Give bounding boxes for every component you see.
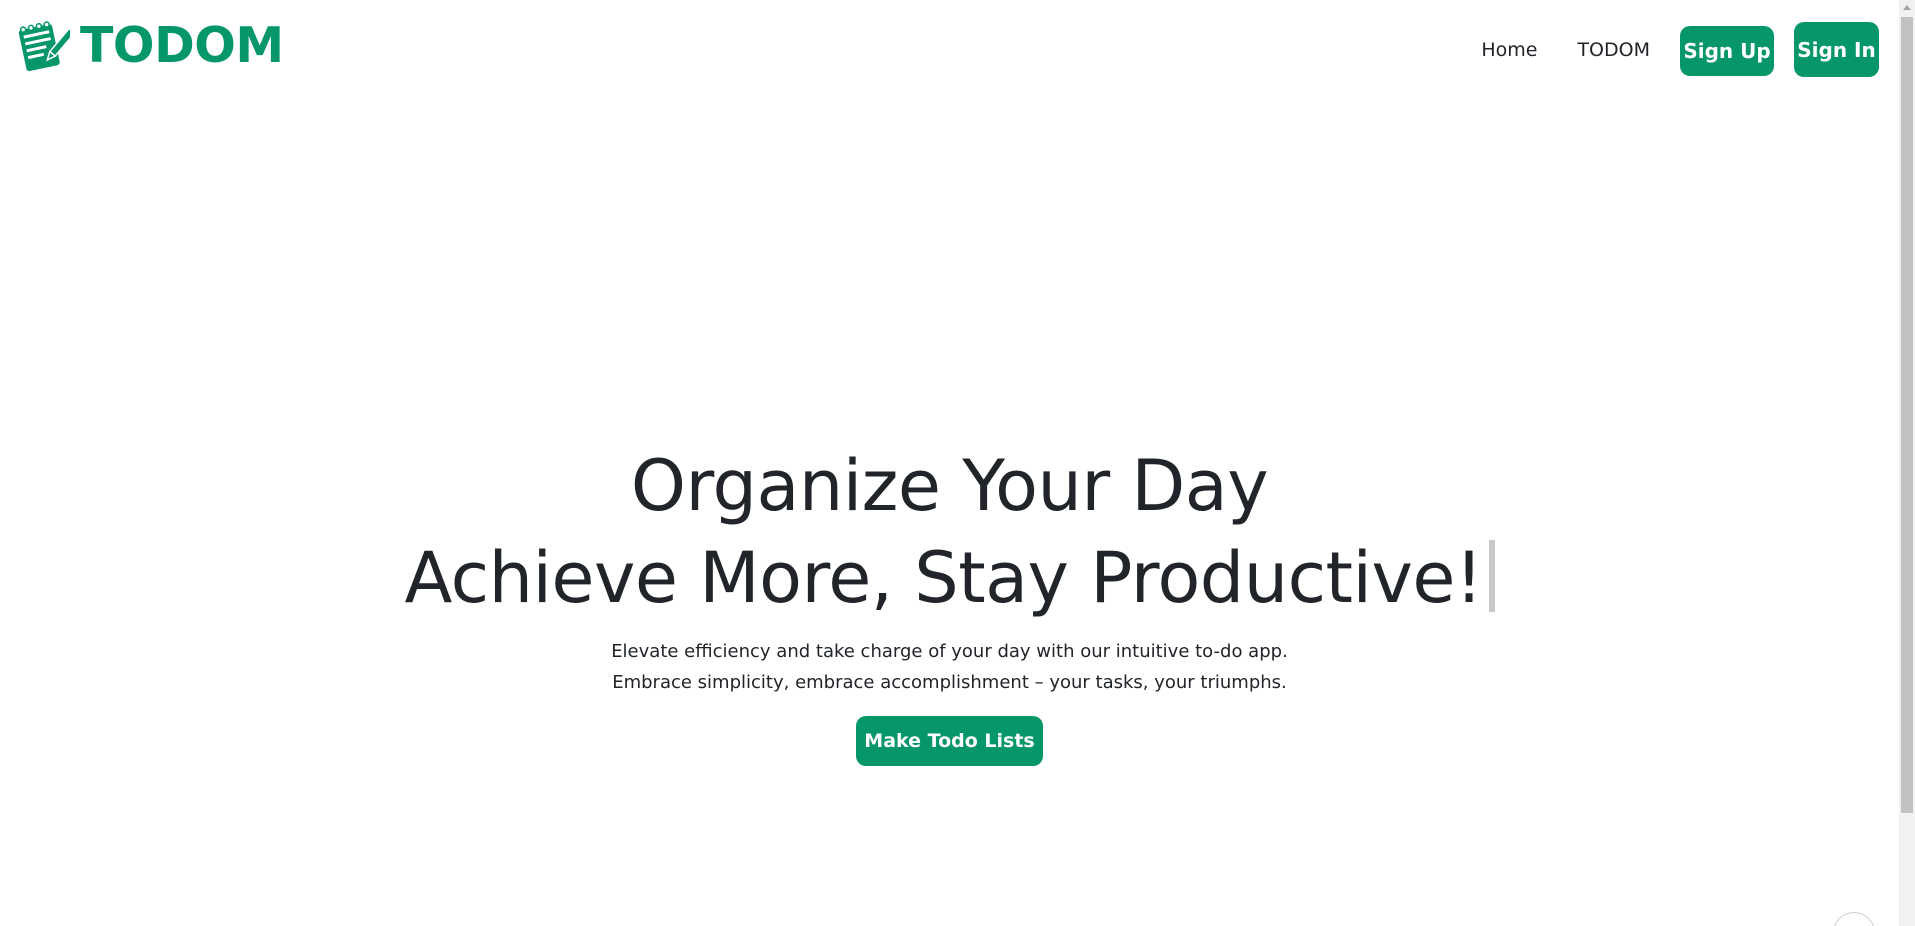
sign-up-button[interactable]: Sign Up: [1680, 25, 1774, 76]
typing-cursor: [1488, 540, 1495, 612]
hero-title-line-1: Organize Your Day: [630, 445, 1269, 527]
hero-title-line-2: Achieve More, Stay Productive!: [404, 537, 1483, 619]
hero-subtitle: Elevate efficiency and take charge of yo…: [0, 636, 1899, 698]
hero-subtitle-line-1: Elevate efficiency and take charge of yo…: [611, 641, 1288, 662]
navbar: TODOM Home TODOM Sign Up Sign In: [0, 0, 1899, 100]
chat-widget-button[interactable]: [1833, 912, 1875, 926]
nav-link-todom[interactable]: TODOM: [1577, 23, 1650, 77]
nav-links: Home TODOM Sign Up Sign In: [1481, 22, 1879, 77]
hero-title: Organize Your Day Achieve More, Stay Pro…: [0, 440, 1899, 624]
brand-name: TODOM: [80, 17, 284, 74]
hero-subtitle-line-2: Embrace simplicity, embrace accomplishme…: [612, 672, 1287, 693]
nav-link-home[interactable]: Home: [1481, 23, 1537, 77]
make-todo-lists-button[interactable]: Make Todo Lists: [856, 716, 1043, 766]
brand-logo-link[interactable]: TODOM: [14, 18, 284, 74]
sign-in-button[interactable]: Sign In: [1794, 22, 1879, 77]
scroll-up-arrow-icon[interactable]: [1903, 5, 1911, 10]
vertical-scrollbar[interactable]: [1899, 0, 1915, 926]
scroll-thumb[interactable]: [1901, 17, 1913, 813]
page: TODOM Home TODOM Sign Up Sign In Organiz…: [0, 0, 1915, 926]
notepad-pencil-icon: [18, 21, 70, 72]
hero-title-line-2-wrap: Achieve More, Stay Productive!: [0, 532, 1899, 624]
hero-section: Organize Your Day Achieve More, Stay Pro…: [0, 440, 1899, 766]
